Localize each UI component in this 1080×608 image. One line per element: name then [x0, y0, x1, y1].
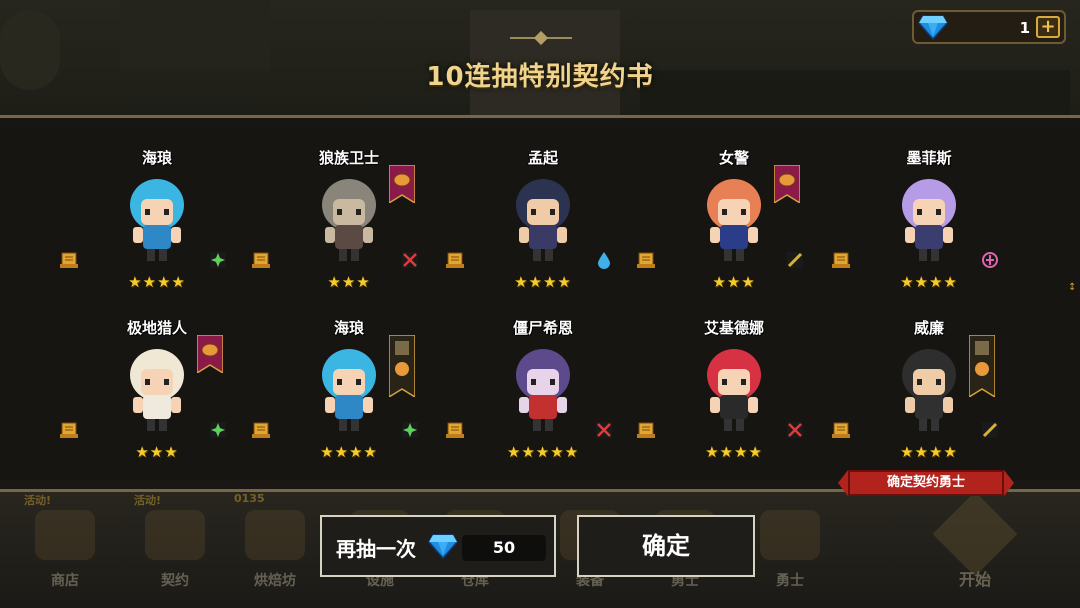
hero-name: 极地猎人 — [126, 319, 187, 337]
hero-card[interactable]: 海琅 ★★★★ — [249, 315, 449, 475]
hero-stars: ★★★★ — [128, 273, 186, 291]
ankh-icon — [982, 252, 998, 268]
hero-portrait — [516, 349, 570, 431]
nav-item-heroes-b: 勇士 — [745, 490, 835, 608]
hero-name: 威廉 — [913, 319, 944, 337]
hero-name: 女警 — [718, 149, 749, 167]
helmet-icon — [760, 510, 820, 560]
shuriken-icon — [210, 252, 226, 268]
nav-item-shop: 活动! 商店 — [20, 490, 110, 608]
hero-portrait — [902, 349, 956, 431]
contract-scroll-icon — [637, 252, 655, 268]
draw-cost: 50 — [462, 535, 546, 561]
hero-name: 墨菲斯 — [906, 149, 952, 167]
hero-portrait — [322, 349, 376, 431]
hero-card[interactable]: 艾基德娜 ★★★★ — [634, 315, 834, 475]
hero-portrait — [130, 179, 184, 261]
contract-scroll-icon — [60, 252, 78, 268]
hero-name: 孟起 — [527, 149, 558, 167]
crossed-swords-icon — [787, 422, 803, 438]
skill-banner-icon — [969, 335, 995, 397]
skill-banner-icon — [389, 335, 415, 397]
draw-again-label: 再抽一次 — [336, 537, 416, 561]
hero-stars: ★★★★ — [514, 273, 572, 291]
contract-scroll-icon — [252, 422, 270, 438]
hero-name: 海琅 — [333, 319, 364, 337]
dialog-title: 10连抽特别契约书 — [426, 62, 654, 92]
title-ornament — [510, 32, 572, 44]
nav-badge: 0135 — [234, 492, 265, 505]
shuriken-icon — [402, 422, 418, 438]
draw-again-button[interactable]: 再抽一次 50 — [320, 515, 556, 577]
contract-scroll-icon — [832, 252, 850, 268]
hero-stars: ★★★★ — [320, 443, 378, 461]
hero-card[interactable]: 威廉 ★★★★ — [829, 315, 1029, 475]
hero-stars: ★★★★ — [705, 443, 763, 461]
hero-name: 艾基德娜 — [703, 319, 764, 337]
contract-scroll-icon — [446, 422, 464, 438]
hero-stars: ★★★ — [712, 273, 756, 291]
diamond-icon — [918, 15, 948, 40]
start-button: 开始 — [900, 490, 1050, 608]
baton-icon — [982, 422, 998, 438]
contract-scroll-icon — [252, 252, 270, 268]
gem-counter: 1 + — [912, 10, 1066, 44]
hero-card[interactable]: 僵尸希恩 ★★★★★ — [443, 315, 643, 475]
hero-name: 僵尸希恩 — [512, 319, 573, 337]
shop-icon — [35, 510, 95, 560]
hero-stars: ★★★★★ — [506, 443, 580, 461]
gem-count: 1 — [1019, 19, 1030, 37]
nav-label: 商店 — [51, 573, 79, 589]
crossed-swords-icon — [402, 252, 418, 268]
contract-icon — [145, 510, 205, 560]
diamond-icon — [428, 534, 458, 559]
add-gems-button[interactable]: + — [1036, 16, 1060, 38]
hero-name: 狼族卫士 — [318, 149, 379, 167]
hero-stars: ★★★★ — [900, 273, 958, 291]
hero-card[interactable]: 孟起 ★★★★ — [443, 145, 643, 305]
nav-label: 勇士 — [776, 573, 804, 589]
hero-stars: ★★★ — [135, 443, 179, 461]
hero-card[interactable]: 墨菲斯 ★★★★ — [829, 145, 1029, 305]
confirm-heroes-ribbon: 确定契约勇士 — [838, 470, 1014, 496]
hero-stars: ★★★★ — [900, 443, 958, 461]
hero-card[interactable]: 狼族卫士 ★★★ — [249, 145, 449, 305]
shuriken-icon — [210, 422, 226, 438]
side-arrow-icon: ↕ — [1068, 282, 1077, 293]
start-icon — [932, 491, 1018, 577]
hero-card[interactable]: 女警 ★★★ — [634, 145, 834, 305]
contract-scroll-icon — [60, 422, 78, 438]
nav-badge: 活动! — [24, 494, 52, 507]
hero-portrait — [322, 179, 376, 261]
hero-card[interactable]: 海琅 ★★★★ — [57, 145, 257, 305]
water-drop-icon — [598, 252, 610, 269]
bakery-icon — [245, 510, 305, 560]
nav-badge: 活动! — [134, 494, 162, 507]
bread-banner-icon — [197, 335, 223, 373]
contract-scroll-icon — [832, 422, 850, 438]
contract-scroll-icon — [637, 422, 655, 438]
hero-card[interactable]: 极地猎人 ★★★ — [57, 315, 257, 475]
bread-banner-icon — [774, 165, 800, 203]
nav-label: 烘焙坊 — [254, 573, 296, 589]
bread-banner-icon — [389, 165, 415, 203]
hero-portrait — [707, 349, 761, 431]
nav-label: 契约 — [161, 573, 189, 589]
nav-item-contract: 活动! 契约 — [130, 490, 220, 608]
hero-portrait — [902, 179, 956, 261]
hero-portrait — [130, 349, 184, 431]
contract-scroll-icon — [446, 252, 464, 268]
start-label: 开始 — [958, 570, 991, 589]
hero-portrait — [707, 179, 761, 261]
crossed-swords-icon — [596, 422, 612, 438]
nav-item-bakery: 0135 烘焙坊 — [230, 490, 320, 608]
hero-portrait — [516, 179, 570, 261]
hero-name: 海琅 — [141, 149, 172, 167]
hero-stars: ★★★ — [327, 273, 371, 291]
baton-icon — [787, 252, 803, 268]
confirm-button[interactable]: 确定 — [577, 515, 755, 577]
